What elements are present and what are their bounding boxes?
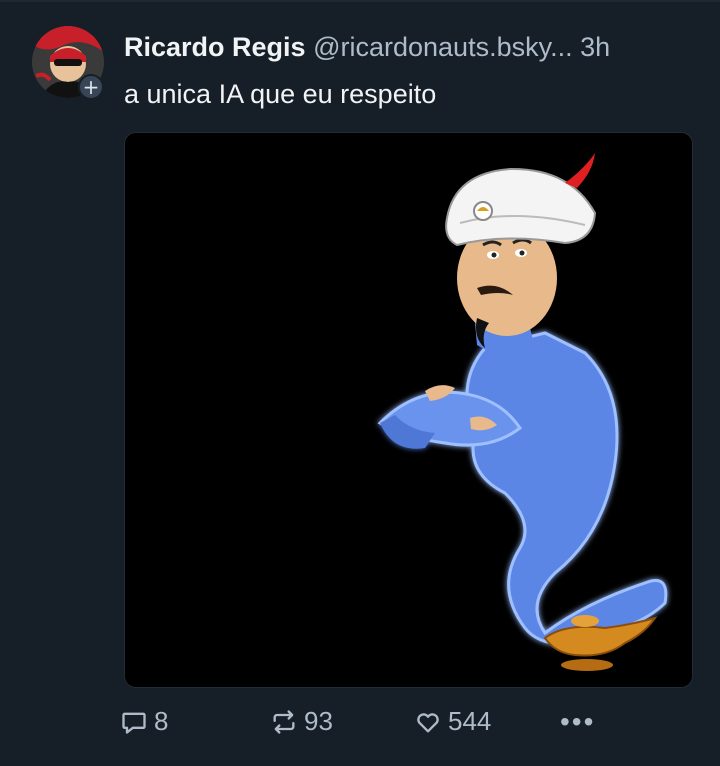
follow-plus-button[interactable]: +: [78, 74, 104, 100]
post-header: Ricardo Regis @ricardonauts.bsky... 3h: [124, 30, 704, 64]
reply-icon: [122, 712, 146, 734]
like-count: 544: [448, 706, 492, 736]
post-text: a unica IA que eu respeito: [124, 79, 437, 109]
reply-button[interactable]: 8: [120, 706, 168, 737]
post-time[interactable]: 3h: [580, 32, 610, 62]
like-button[interactable]: 544: [414, 706, 491, 737]
post[interactable]: + Ricardo Regis @ricardonauts.bsky... 3h…: [0, 0, 720, 766]
author-avatar-container[interactable]: +: [32, 26, 104, 100]
reply-count: 8: [154, 706, 169, 736]
author-name[interactable]: Ricardo Regis: [124, 32, 306, 62]
repost-icon: [273, 709, 295, 734]
post-image[interactable]: [124, 132, 693, 688]
more-icon: •••: [560, 706, 596, 737]
repost-button[interactable]: 93: [270, 706, 333, 737]
heart-icon: [417, 712, 439, 732]
author-handle[interactable]: @ricardonauts.bsky...: [313, 32, 573, 62]
more-options-button[interactable]: •••: [560, 706, 595, 738]
post-actions: 8 93 544 •••: [120, 706, 700, 746]
repost-count: 93: [304, 706, 333, 736]
genie-illustration: [125, 133, 692, 687]
